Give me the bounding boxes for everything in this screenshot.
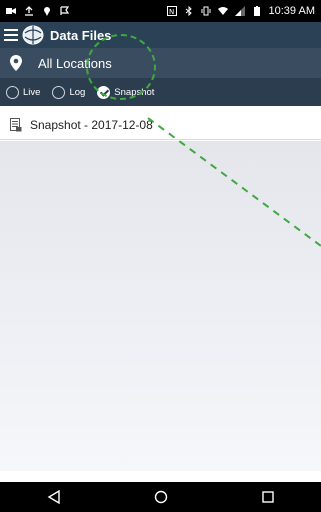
video-icon <box>6 8 16 14</box>
radio-checked-icon <box>97 85 111 99</box>
app-bar: Data Files <box>0 22 321 48</box>
filter-live-label: Live <box>23 86 41 98</box>
home-button[interactable] <box>131 482 191 512</box>
document-icon <box>10 117 22 131</box>
bluetooth-icon <box>185 6 192 16</box>
data-type-filter: Live Log Snapshot <box>0 78 321 106</box>
list-item[interactable]: Snapshot - 2017-12-08 <box>0 110 321 140</box>
status-bar: N 10:39 AM <box>0 0 321 22</box>
svg-text:N: N <box>169 8 174 16</box>
back-triangle-icon <box>47 490 60 504</box>
file-name-label: Snapshot - 2017-12-08 <box>30 117 153 132</box>
flag-icon <box>60 6 70 15</box>
empty-content-area <box>0 141 321 471</box>
location-selector[interactable]: All Locations <box>0 48 321 78</box>
filter-snapshot-label: Snapshot <box>114 86 155 98</box>
battery-icon <box>253 6 260 16</box>
signal-icon <box>234 6 245 16</box>
radio-unchecked-icon <box>6 85 19 99</box>
status-time: 10:39 AM <box>268 5 315 17</box>
filter-log-radio[interactable]: Log <box>52 85 86 99</box>
filter-log-label: Log <box>69 86 86 98</box>
location-label: All Locations <box>38 55 112 71</box>
hamburger-menu-icon[interactable] <box>4 29 18 41</box>
radio-unchecked-icon <box>52 85 66 99</box>
app-logo-icon <box>22 25 44 45</box>
location-pin-icon <box>44 7 50 16</box>
filter-live-radio[interactable]: Live <box>6 85 41 99</box>
back-button[interactable] <box>24 482 84 512</box>
recents-square-icon <box>261 491 274 503</box>
filter-snapshot-radio[interactable]: Snapshot <box>97 85 155 99</box>
nfc-icon: N <box>166 6 177 16</box>
map-pin-icon <box>10 55 22 71</box>
wifi-icon <box>217 7 228 15</box>
upload-icon <box>25 6 33 16</box>
page-title: Data Files <box>50 27 112 43</box>
home-circle-icon <box>154 490 167 504</box>
recents-button[interactable] <box>238 482 298 512</box>
vibrate-icon <box>201 6 211 16</box>
system-nav-bar <box>0 482 321 512</box>
